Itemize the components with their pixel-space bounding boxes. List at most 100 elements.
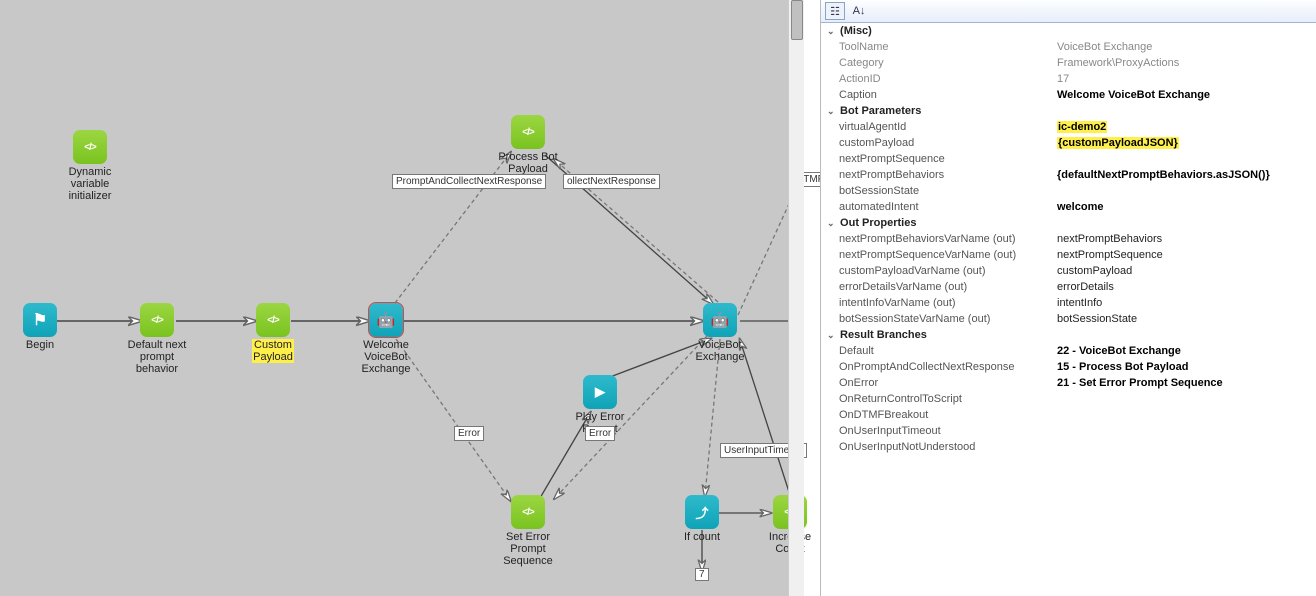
node-label: Dynamic variable initializer — [55, 166, 125, 202]
chevron-down-icon[interactable]: ⌄ — [827, 330, 837, 341]
property-row[interactable]: OnUserInputNotUnderstood — [821, 439, 1316, 455]
property-key: errorDetailsVarName (out) — [821, 279, 1051, 295]
property-value[interactable] — [1051, 183, 1316, 199]
property-key: ToolName — [821, 39, 1051, 55]
property-row[interactable]: botSessionState — [821, 183, 1316, 199]
property-value[interactable] — [1051, 439, 1316, 455]
properties-panel: ☷ A↓ ⌄ (Misc)ToolNameVoiceBot ExchangeCa… — [820, 0, 1316, 596]
code-icon — [140, 303, 174, 337]
node-welcome-voicebot[interactable]: Welcome VoiceBot Exchange — [351, 303, 421, 375]
property-row[interactable]: nextPromptSequenceVarName (out)nextPromp… — [821, 247, 1316, 263]
property-value[interactable] — [1051, 391, 1316, 407]
node-begin[interactable]: Begin — [5, 303, 75, 351]
property-value[interactable]: errorDetails — [1051, 279, 1316, 295]
canvas-scrollbar[interactable] — [788, 0, 804, 596]
property-key: botSessionStateVarName (out) — [821, 311, 1051, 327]
property-value[interactable]: botSessionState — [1051, 311, 1316, 327]
node-if-count[interactable]: If count — [667, 495, 737, 543]
flag-icon — [23, 303, 57, 337]
node-set-error[interactable]: Set Error Prompt Sequence — [493, 495, 563, 567]
property-row[interactable]: nextPromptBehaviors{defaultNextPromptBeh… — [821, 167, 1316, 183]
property-value[interactable]: 15 - Process Bot Payload — [1051, 359, 1316, 375]
property-row[interactable]: OnReturnControlToScript — [821, 391, 1316, 407]
property-row[interactable]: customPayload{customPayloadJSON} — [821, 135, 1316, 151]
panel-toolbar: ☷ A↓ — [821, 0, 1316, 23]
edge-label: Error — [454, 426, 484, 441]
node-label: Default next prompt behavior — [122, 339, 192, 375]
property-value[interactable]: ic-demo2 — [1051, 119, 1316, 135]
property-row[interactable]: OnError21 - Set Error Prompt Sequence — [821, 375, 1316, 391]
property-key: Category — [821, 55, 1051, 71]
property-key: OnUserInputNotUnderstood — [821, 439, 1051, 455]
node-label: VoiceBot Exchange — [685, 339, 755, 363]
property-group[interactable]: ⌄ (Misc) — [821, 23, 1316, 39]
property-value[interactable]: Framework\ProxyActions — [1051, 55, 1316, 71]
edge-label: 7 — [695, 568, 709, 581]
node-voicebot-exchange[interactable]: VoiceBot Exchange — [685, 303, 755, 363]
edge-label: PromptAndCollectNextResponse — [392, 174, 546, 189]
property-row[interactable]: automatedIntentwelcome — [821, 199, 1316, 215]
chevron-down-icon[interactable]: ⌄ — [827, 26, 837, 37]
property-row[interactable]: ToolNameVoiceBot Exchange — [821, 39, 1316, 55]
node-process-payload[interactable]: Process Bot Payload — [493, 115, 563, 175]
chevron-down-icon[interactable]: ⌄ — [827, 218, 837, 229]
property-value[interactable]: {defaultNextPromptBehaviors.asJSON()} — [1051, 167, 1316, 183]
property-value[interactable] — [1051, 151, 1316, 167]
property-row[interactable]: nextPromptBehaviorsVarName (out)nextProm… — [821, 231, 1316, 247]
property-value[interactable]: customPayload — [1051, 263, 1316, 279]
property-value[interactable]: 22 - VoiceBot Exchange — [1051, 343, 1316, 359]
node-custom-payload[interactable]: Custom Payload — [238, 303, 308, 363]
property-group[interactable]: ⌄ Out Properties — [821, 215, 1316, 231]
property-row[interactable]: intentInfoVarName (out)intentInfo — [821, 295, 1316, 311]
bot-icon — [369, 303, 403, 337]
property-value[interactable] — [1051, 423, 1316, 439]
property-key: OnPromptAndCollectNextResponse — [821, 359, 1051, 375]
property-row[interactable]: virtualAgentIdic-demo2 — [821, 119, 1316, 135]
property-group[interactable]: ⌄ Result Branches — [821, 327, 1316, 343]
property-value[interactable]: intentInfo — [1051, 295, 1316, 311]
properties-scroll[interactable]: ⌄ (Misc)ToolNameVoiceBot ExchangeCategor… — [821, 23, 1316, 596]
node-default-next[interactable]: Default next prompt behavior — [122, 303, 192, 375]
property-value[interactable]: 17 — [1051, 71, 1316, 87]
property-value[interactable] — [1051, 407, 1316, 423]
property-value[interactable]: 21 - Set Error Prompt Sequence — [1051, 375, 1316, 391]
property-group[interactable]: ⌄ Bot Parameters — [821, 103, 1316, 119]
property-row[interactable]: ActionID17 — [821, 71, 1316, 87]
property-value[interactable]: VoiceBot Exchange — [1051, 39, 1316, 55]
categorized-view-button[interactable]: ☷ — [825, 2, 845, 20]
property-value[interactable]: {customPayloadJSON} — [1051, 135, 1316, 151]
property-row[interactable]: customPayloadVarName (out)customPayload — [821, 263, 1316, 279]
property-value[interactable]: Welcome VoiceBot Exchange — [1051, 87, 1316, 103]
node-label: Begin — [5, 339, 75, 351]
code-icon — [73, 130, 107, 164]
property-key: automatedIntent — [821, 199, 1051, 215]
property-row[interactable]: botSessionStateVarName (out)botSessionSt… — [821, 311, 1316, 327]
property-row[interactable]: CaptionWelcome VoiceBot Exchange — [821, 87, 1316, 103]
property-key: OnReturnControlToScript — [821, 391, 1051, 407]
node-label: If count — [667, 531, 737, 543]
node-dynamic-var[interactable]: Dynamic variable initializer — [55, 130, 125, 202]
property-key: Caption — [821, 87, 1051, 103]
node-label: Custom Payload — [238, 339, 308, 363]
property-key: nextPromptSequence — [821, 151, 1051, 167]
edge-label: Error — [585, 426, 615, 441]
property-row[interactable]: OnDTMFBreakout — [821, 407, 1316, 423]
property-value[interactable]: nextPromptSequence — [1051, 247, 1316, 263]
property-value[interactable]: welcome — [1051, 199, 1316, 215]
sort-button[interactable]: A↓ — [849, 2, 869, 20]
scrollbar-thumb[interactable] — [791, 0, 803, 40]
property-key: OnError — [821, 375, 1051, 391]
property-key: botSessionState — [821, 183, 1051, 199]
property-key: customPayloadVarName (out) — [821, 263, 1051, 279]
property-key: ActionID — [821, 71, 1051, 87]
property-row[interactable]: OnUserInputTimeout — [821, 423, 1316, 439]
flow-canvas[interactable]: Begin Dynamic variable initializer Defau… — [0, 0, 804, 596]
property-row[interactable]: nextPromptSequence — [821, 151, 1316, 167]
property-row[interactable]: errorDetailsVarName (out)errorDetails — [821, 279, 1316, 295]
property-row[interactable]: Default22 - VoiceBot Exchange — [821, 343, 1316, 359]
property-row[interactable]: CategoryFramework\ProxyActions — [821, 55, 1316, 71]
property-row[interactable]: OnPromptAndCollectNextResponse15 - Proce… — [821, 359, 1316, 375]
property-key: nextPromptBehaviorsVarName (out) — [821, 231, 1051, 247]
chevron-down-icon[interactable]: ⌄ — [827, 106, 837, 117]
property-value[interactable]: nextPromptBehaviors — [1051, 231, 1316, 247]
